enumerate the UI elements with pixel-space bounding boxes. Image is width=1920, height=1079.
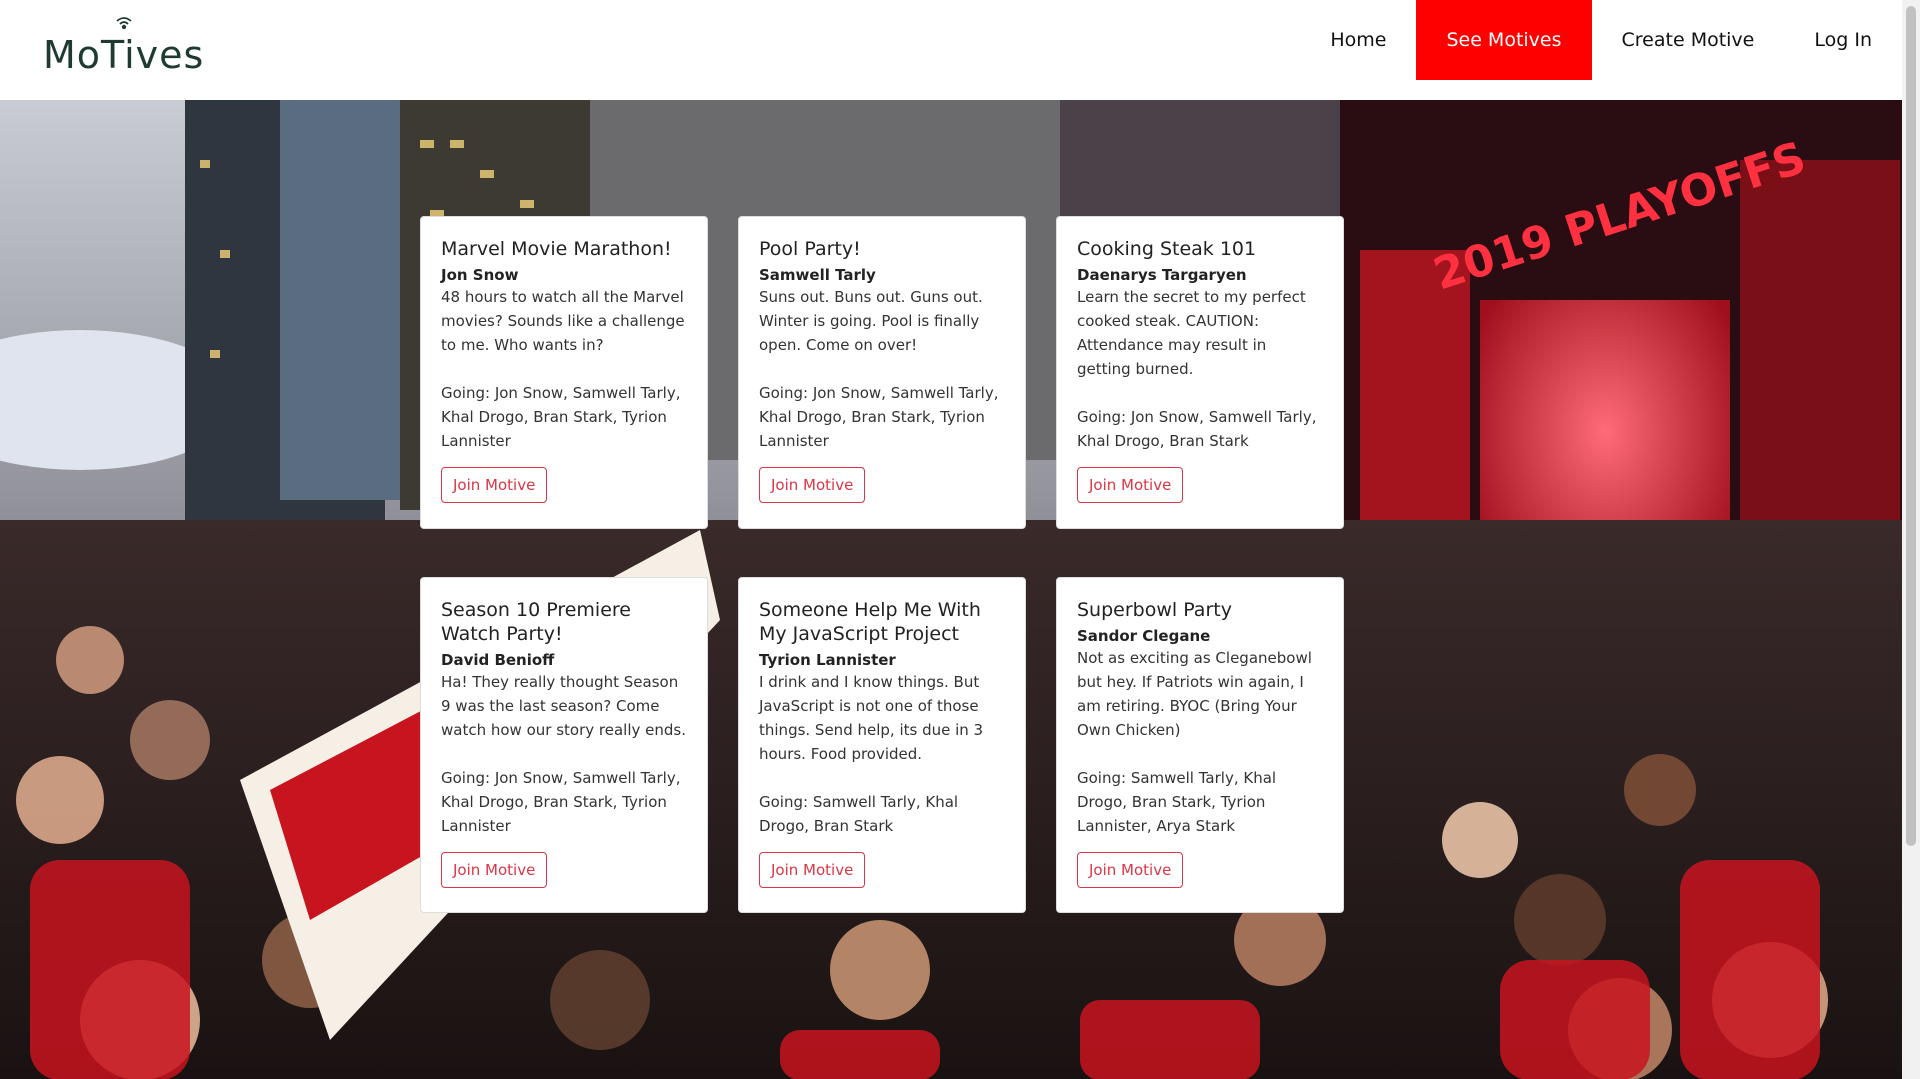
motive-title: Pool Party!: [759, 238, 861, 260]
logo[interactable]: MoTives: [43, 14, 203, 80]
motive-description: Learn the secret to my perfect cooked st…: [1077, 288, 1306, 378]
motive-going-list: Going: Jon Snow, Samwell Tarly, Khal Dro…: [759, 384, 999, 450]
motive-card: Someone Help Me With My JavaScript Proje…: [738, 577, 1026, 913]
join-motive-button[interactable]: Join Motive: [441, 467, 548, 503]
motive-card: Marvel Movie Marathon! Jon Snow 48 hours…: [420, 216, 708, 529]
motive-description: Ha! They really thought Season 9 was the…: [441, 673, 686, 739]
motive-card: Season 10 Premiere Watch Party! David Be…: [420, 577, 708, 913]
motive-host: Sandor Clegane: [1077, 627, 1211, 645]
motive-title: Superbowl Party: [1077, 599, 1232, 621]
motive-host: Jon Snow: [441, 266, 519, 284]
motive-title: Marvel Movie Marathon!: [441, 238, 672, 260]
scrollbar-thumb[interactable]: [1906, 6, 1916, 846]
nav-home[interactable]: Home: [1300, 0, 1416, 80]
motive-description: Not as exciting as Cleganebowl but hey. …: [1077, 649, 1312, 739]
join-motive-button[interactable]: Join Motive: [759, 852, 866, 888]
motive-card: Cooking Steak 101 Daenarys Targaryen Lea…: [1056, 216, 1344, 529]
motive-going-list: Going: Samwell Tarly, Khal Drogo, Bran S…: [759, 793, 959, 835]
join-motive-button[interactable]: Join Motive: [1077, 467, 1184, 503]
motive-title: Someone Help Me With My JavaScript Proje…: [759, 599, 981, 645]
navbar: MoTives Home See Motives Create Motive L…: [0, 0, 1902, 100]
motive-card: Superbowl Party Sandor Clegane Not as ex…: [1056, 577, 1344, 913]
motive-host: David Benioff: [441, 651, 555, 669]
motive-card: Pool Party! Samwell Tarly Suns out. Buns…: [738, 216, 1026, 529]
motive-host: Tyrion Lannister: [759, 651, 896, 669]
motive-description: Suns out. Buns out. Guns out. Winter is …: [759, 288, 983, 354]
page-scrollbar[interactable]: [1902, 0, 1920, 1079]
nav-create-motive[interactable]: Create Motive: [1592, 0, 1785, 80]
motive-going-list: Going: Jon Snow, Samwell Tarly, Khal Dro…: [441, 769, 681, 835]
motive-grid: Marvel Movie Marathon! Jon Snow 48 hours…: [420, 216, 1344, 913]
nav-log-in[interactable]: Log In: [1784, 0, 1902, 80]
motive-description: I drink and I know things. But JavaScrip…: [759, 673, 984, 763]
motive-going-list: Going: Jon Snow, Samwell Tarly, Khal Dro…: [441, 384, 681, 450]
join-motive-button[interactable]: Join Motive: [441, 852, 548, 888]
motive-host: Daenarys Targaryen: [1077, 266, 1247, 284]
motive-going-list: Going: Samwell Tarly, Khal Drogo, Bran S…: [1077, 769, 1277, 835]
join-motive-button[interactable]: Join Motive: [759, 467, 866, 503]
motive-description: 48 hours to watch all the Marvel movies?…: [441, 288, 685, 354]
motive-title: Season 10 Premiere Watch Party!: [441, 599, 631, 645]
logo-text: MoTives: [43, 33, 205, 77]
nav-see-motives[interactable]: See Motives: [1416, 0, 1592, 80]
join-motive-button[interactable]: Join Motive: [1077, 852, 1184, 888]
nav-links: Home See Motives Create Motive Log In: [1300, 0, 1902, 80]
antenna-icon: [116, 17, 132, 30]
page: MoTives Home See Motives Create Motive L…: [0, 0, 1920, 1079]
motive-host: Samwell Tarly: [759, 266, 876, 284]
motive-title: Cooking Steak 101: [1077, 238, 1257, 260]
motive-going-list: Going: Jon Snow, Samwell Tarly, Khal Dro…: [1077, 408, 1317, 450]
